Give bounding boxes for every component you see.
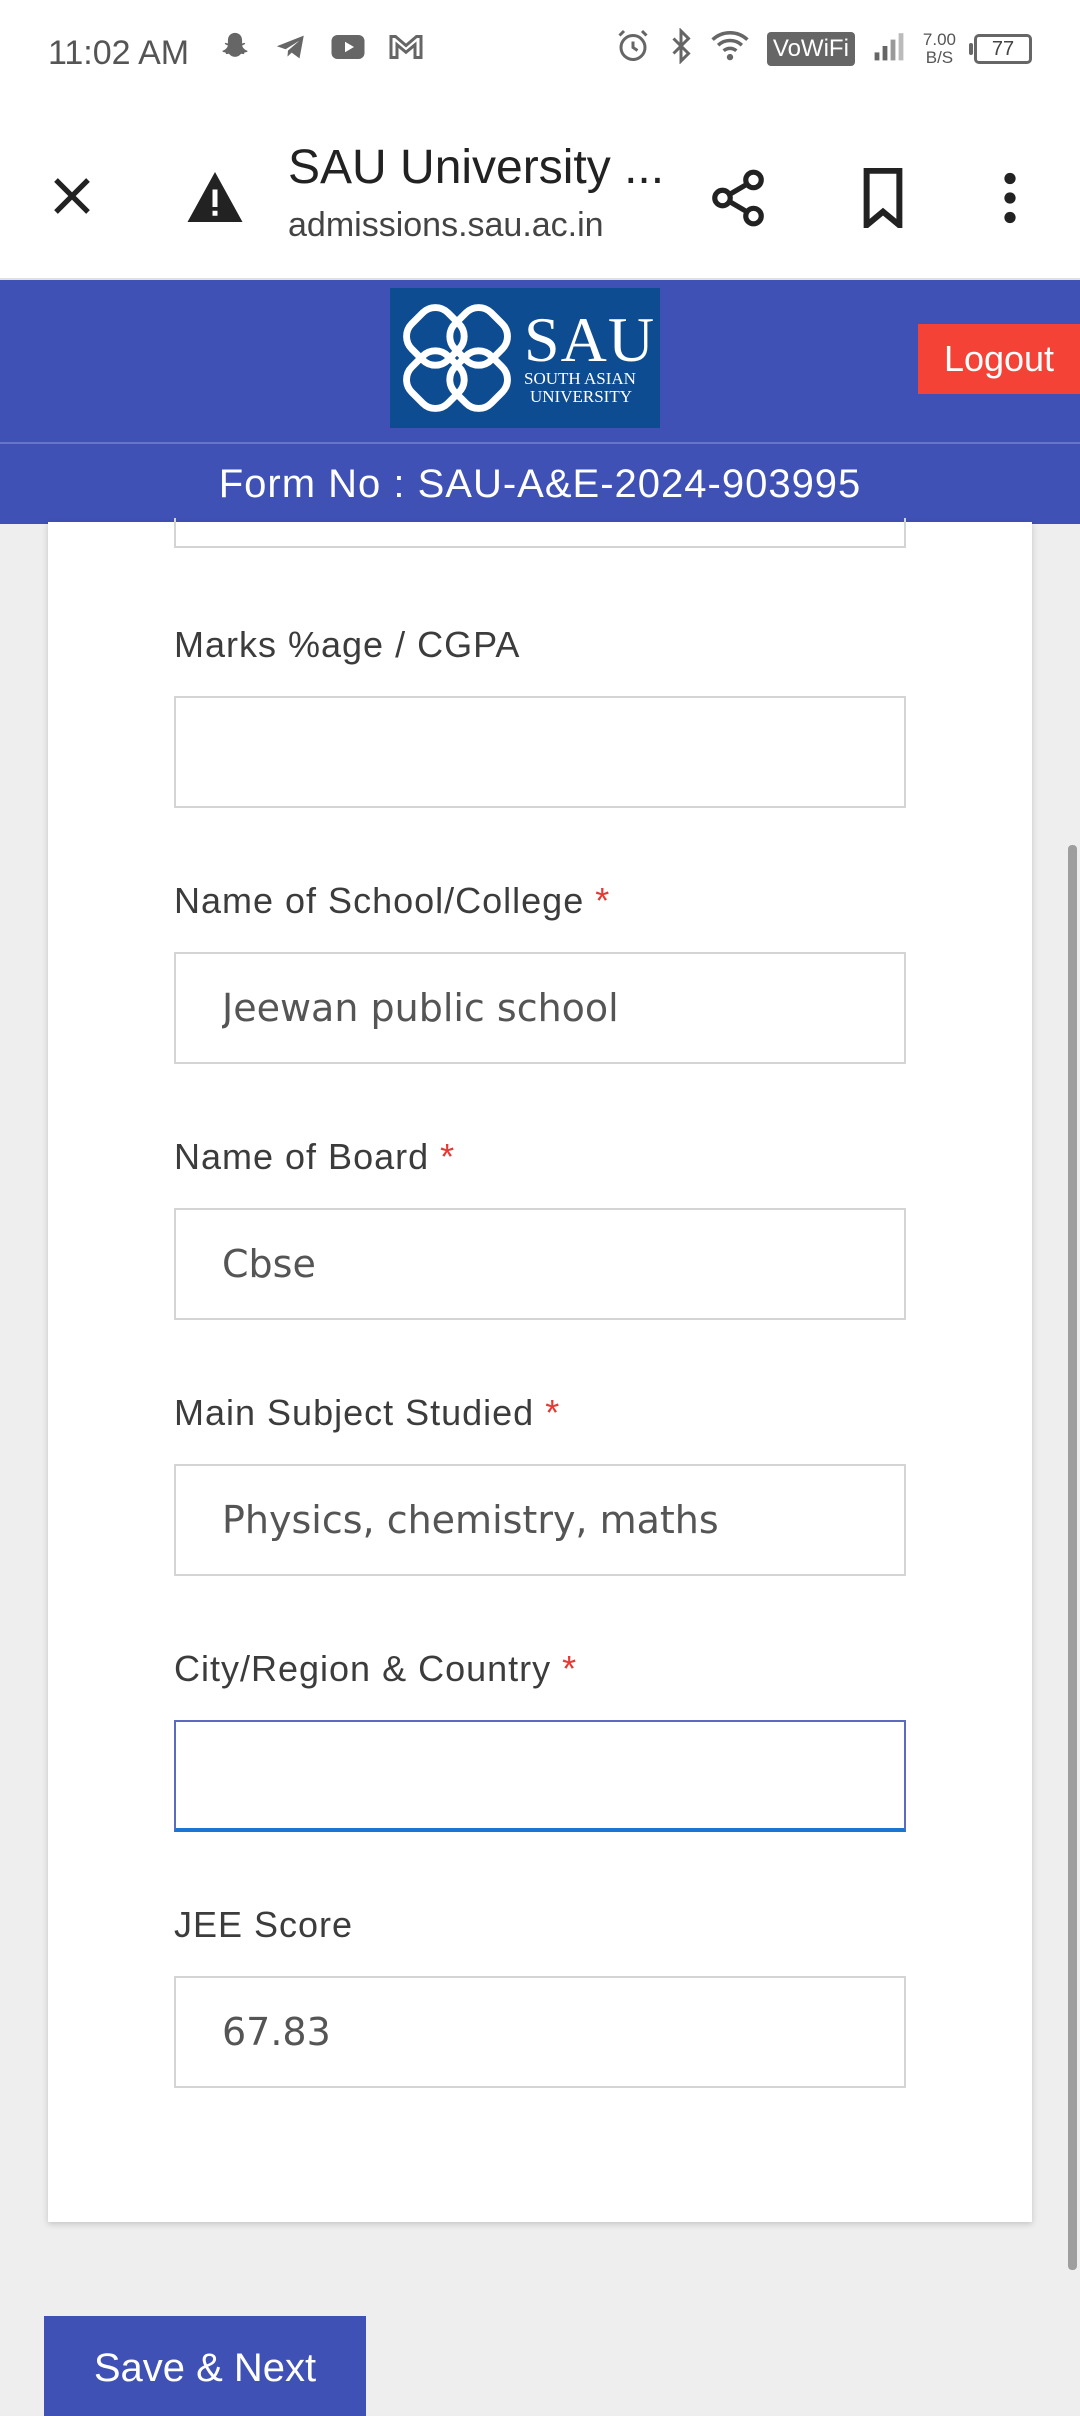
- marks-cgpa-label: Marks %age / CGPA: [174, 624, 521, 665]
- snapchat-icon: [218, 30, 252, 69]
- wifi-icon: [711, 29, 749, 68]
- share-button[interactable]: [702, 162, 774, 234]
- site-header: SAU SOUTH ASIAN UNIVERSITY Logout: [0, 280, 1080, 442]
- marks-cgpa-input[interactable]: [174, 696, 906, 808]
- required-marker: *: [562, 1648, 578, 1689]
- page-title: SAU University ...: [288, 141, 665, 194]
- school-college-input[interactable]: [174, 952, 906, 1064]
- save-next-button[interactable]: Save & Next: [44, 2316, 366, 2416]
- browser-toolbar: SAU University ... admissions.sau.ac.in: [0, 110, 1080, 280]
- sau-logo[interactable]: SAU SOUTH ASIAN UNIVERSITY: [390, 288, 660, 428]
- sau-emblem-icon: [403, 304, 511, 412]
- school-college-label: Name of School/College *: [174, 880, 611, 921]
- board-label: Name of Board *: [174, 1136, 456, 1177]
- page-scrollbar[interactable]: [1068, 845, 1077, 2270]
- main-subject-input[interactable]: [174, 1464, 906, 1576]
- city-country-input[interactable]: [174, 1720, 906, 1832]
- status-time: 11:02 AM: [48, 34, 190, 72]
- status-bar: 11:02 AM VoWiFi 7.00 B/S 77: [0, 0, 1080, 110]
- bookmark-button[interactable]: [848, 162, 918, 234]
- telegram-icon: [274, 30, 308, 69]
- system-icons: VoWiFi 7.00 B/S 77: [615, 27, 1032, 69]
- main-subject-label: Main Subject Studied *: [174, 1392, 561, 1433]
- jee-score-label: JEE Score: [174, 1904, 354, 1945]
- logo-title: SAU: [524, 304, 656, 375]
- logo-subtitle-1: SOUTH ASIAN: [524, 369, 636, 388]
- education-form-card: Marks %age / CGPA Name of School/College…: [48, 518, 1032, 2222]
- required-marker: *: [545, 1392, 561, 1433]
- warning-icon: [187, 172, 243, 222]
- city-country-label: City/Region & Country *: [174, 1648, 578, 1689]
- more-menu-button[interactable]: [990, 162, 1030, 234]
- logo-subtitle-2: UNIVERSITY: [530, 387, 632, 406]
- battery-icon: 77: [969, 33, 1032, 64]
- alarm-icon: [615, 28, 651, 69]
- gmail-icon: [388, 32, 424, 67]
- required-marker: *: [440, 1136, 456, 1177]
- board-input[interactable]: [174, 1208, 906, 1320]
- close-tab-button[interactable]: [40, 164, 104, 228]
- form-number: Form No : SAU-A&E-2024-903995: [218, 461, 862, 506]
- logout-button[interactable]: Logout: [918, 324, 1080, 394]
- required-marker: *: [595, 880, 611, 921]
- previous-field-input[interactable]: [174, 518, 906, 548]
- security-warning-button[interactable]: [180, 162, 250, 232]
- bluetooth-icon: [669, 27, 693, 69]
- signal-icon: [873, 30, 905, 67]
- form-number-bar: Form No : SAU-A&E-2024-903995: [0, 442, 1080, 524]
- notification-icons: [218, 30, 424, 69]
- net-speed: 7.00 B/S: [922, 29, 956, 67]
- bookmark-icon: [863, 168, 903, 228]
- more-vert-icon: [1004, 172, 1016, 224]
- close-icon: [54, 178, 90, 214]
- jee-score-input[interactable]: [174, 1976, 906, 2088]
- page-url[interactable]: admissions.sau.ac.in: [288, 206, 604, 245]
- share-icon: [712, 169, 764, 227]
- vowifi-badge: VoWiFi: [766, 31, 855, 66]
- youtube-icon: [330, 32, 366, 67]
